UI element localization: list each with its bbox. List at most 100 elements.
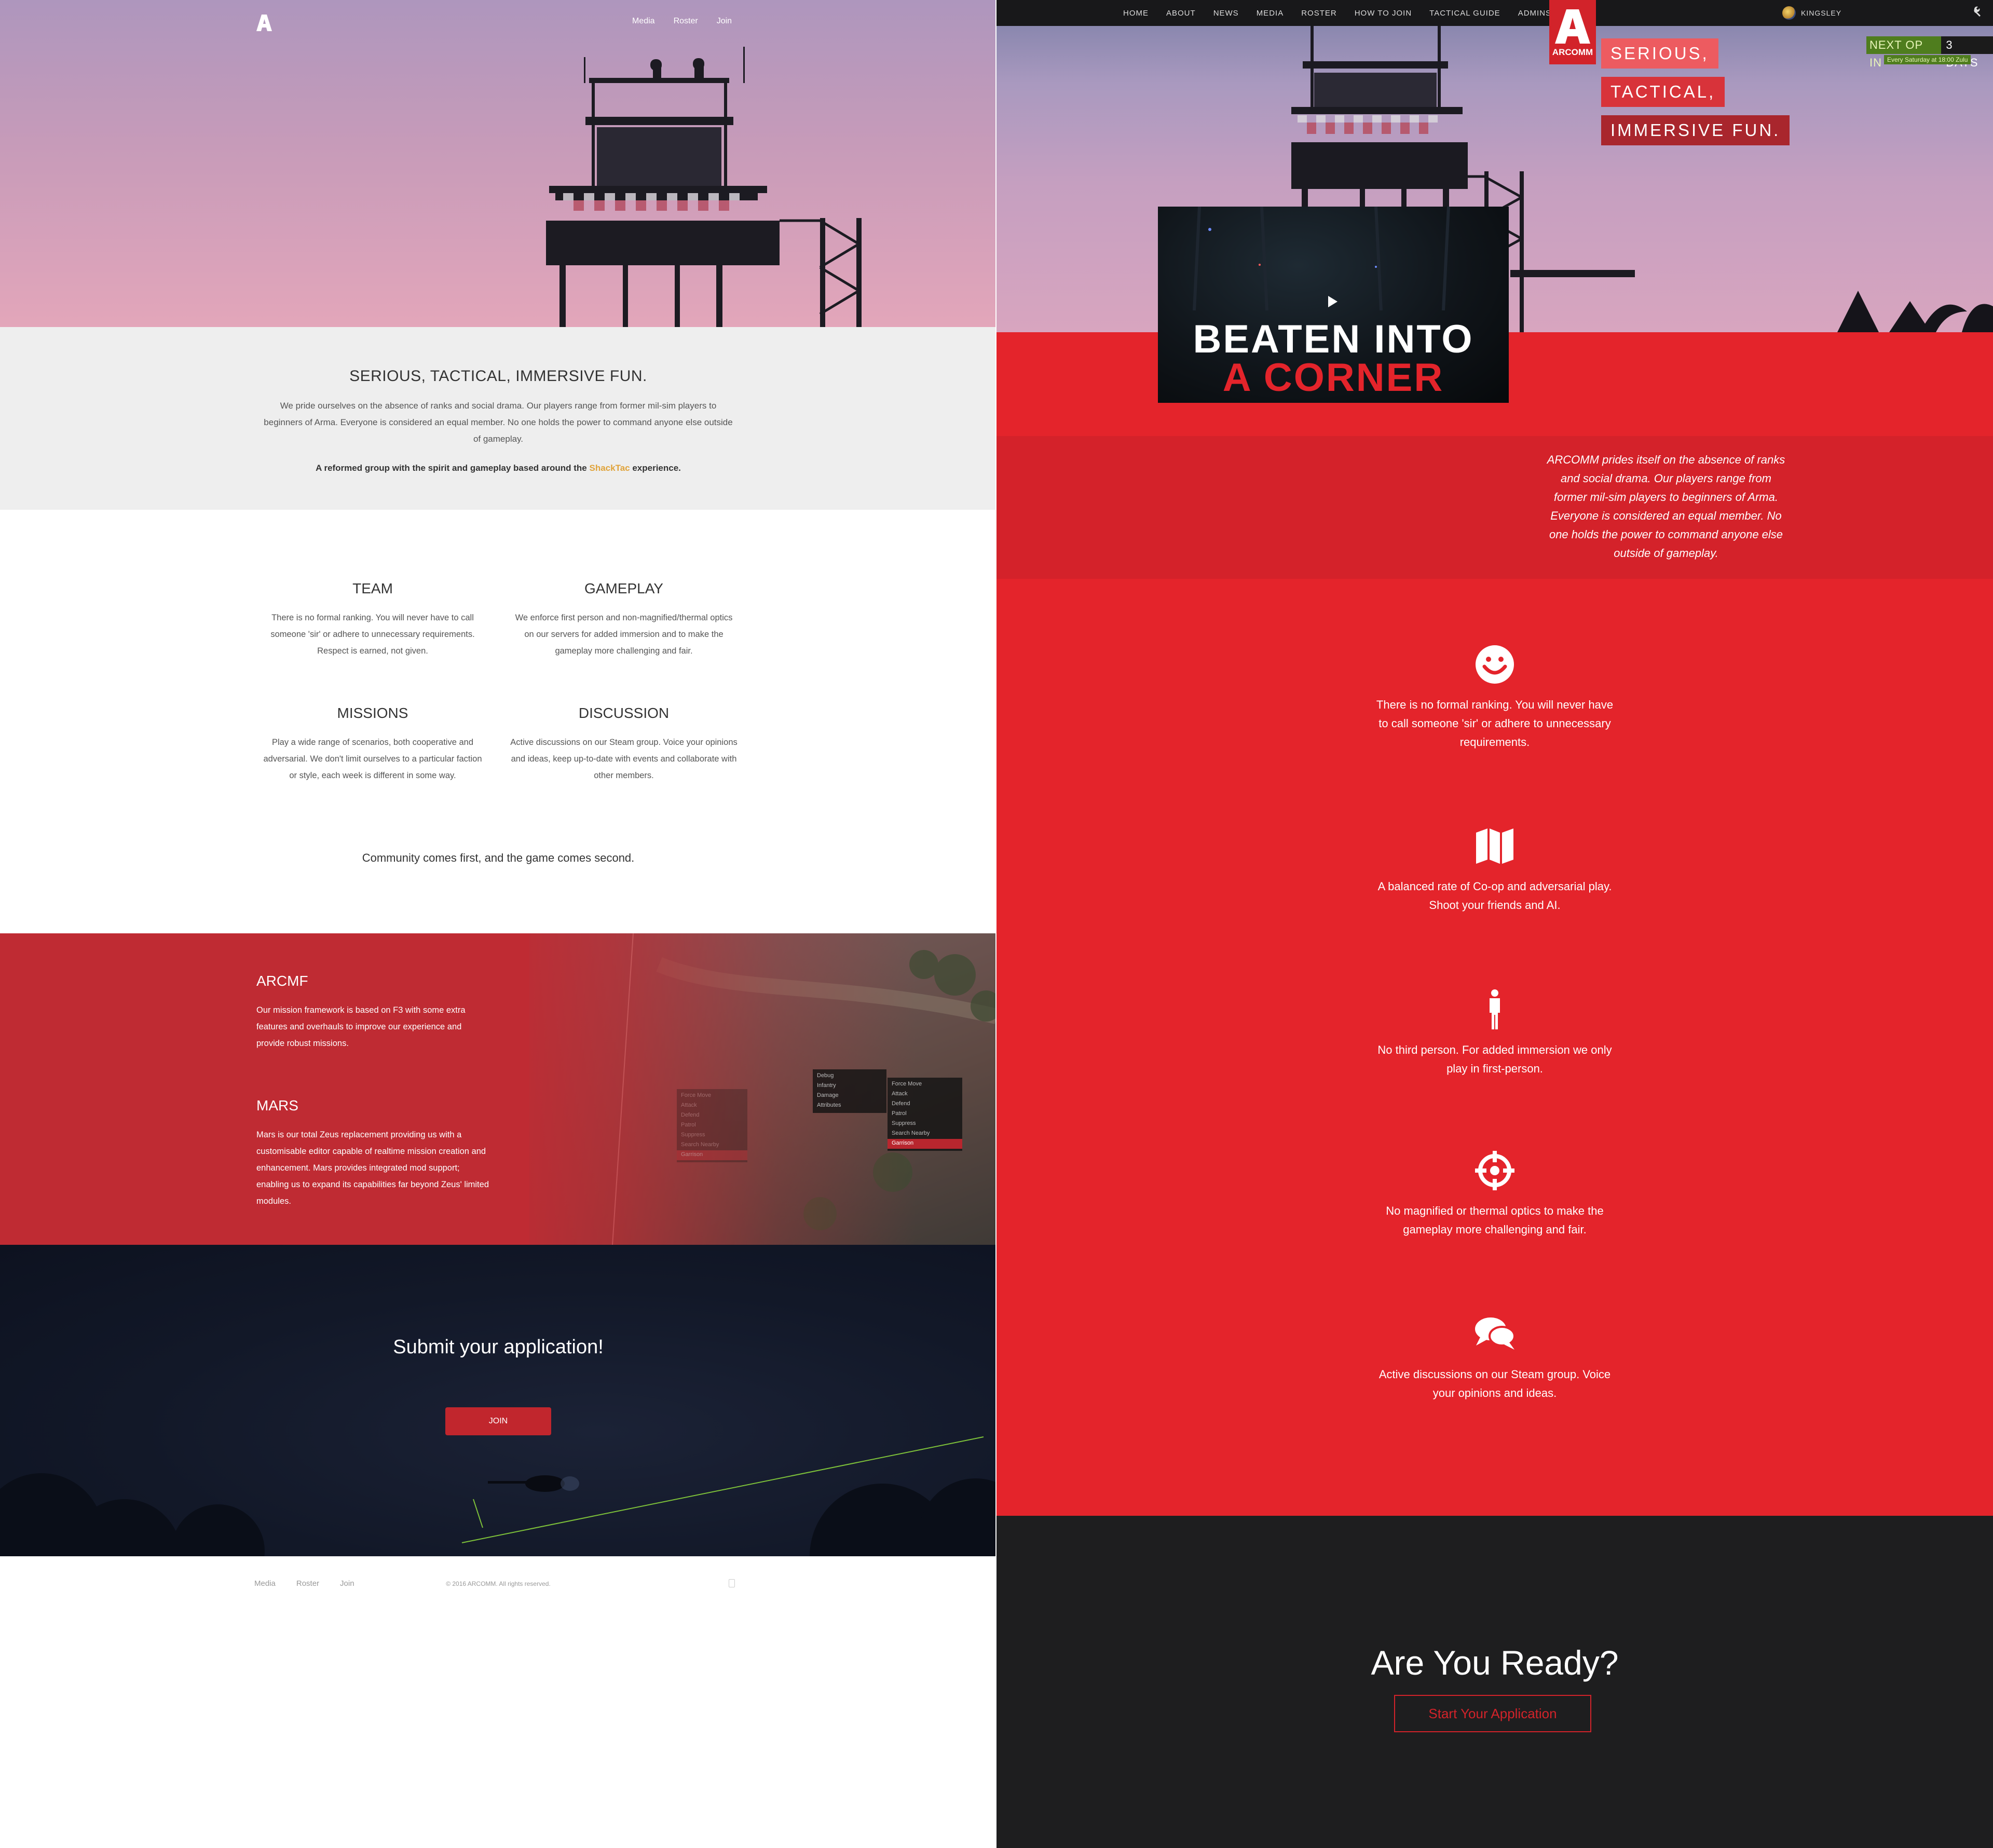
cta-heading: Are You Ready? (1371, 1643, 1619, 1682)
menu-item[interactable]: Damage (813, 1091, 886, 1101)
nav-home[interactable]: HOME (1123, 9, 1149, 18)
slogan-line-2: TACTICAL, (1601, 77, 1725, 107)
feature-ranking: There is no formal ranking. You will nev… (996, 644, 1993, 752)
username[interactable]: KINGSLEY (1801, 9, 1841, 17)
feature-text: There is no formal ranking. You will nev… (270, 613, 475, 656)
features-section: TEAM There is no formal ranking. You wil… (0, 510, 996, 933)
menu-item[interactable]: Suppress (888, 1119, 962, 1129)
framework-mars: MARS Mars is our total Zeus replacement … (256, 1097, 490, 1210)
nav-roster[interactable]: ROSTER (1301, 9, 1337, 18)
feature-title: DISCUSSION (578, 705, 670, 721)
feature-title: TEAM (352, 580, 393, 596)
feature-title: GAMEPLAY (584, 580, 663, 596)
menu-item[interactable]: Debug (813, 1071, 886, 1081)
copyright-text: © 2016 ARCOMM. All rights reserved. (446, 1580, 551, 1587)
left-page-design: Media Roster Join SERIOUS, TACTICAL, IMM… (0, 0, 996, 1848)
framework-text: Our mission framework is based on F3 wit… (256, 1005, 466, 1048)
wrench-icon[interactable] (1971, 5, 1986, 20)
feature-text: No magnified or thermal optics to make t… (1386, 1204, 1604, 1236)
avatar[interactable] (1782, 6, 1796, 20)
nav-admins-label: ADMINS (1518, 8, 1552, 18)
next-op-counter: NEXT OP IN 3 DAYS (1866, 36, 1993, 69)
feature-text: We enforce first person and non-magnifie… (515, 613, 733, 656)
feature-text: A balanced rate of Co-op and adversarial… (1377, 880, 1612, 912)
feature-discussion: Active discussions on our Steam group. V… (996, 1313, 1993, 1403)
person-icon (1490, 989, 1500, 1029)
join-section: Submit your application! JOIN (0, 1245, 996, 1556)
top-nav: Media Roster Join (632, 17, 732, 26)
steam-icon[interactable] (729, 1579, 735, 1587)
nav-how-to-join[interactable]: HOW TO JOIN (1355, 9, 1412, 18)
menu-item[interactable]: Search Nearby (888, 1129, 962, 1139)
night-helicopter-scene (0, 1436, 996, 1556)
video-player[interactable]: BEATEN INTO A CORNER (1158, 207, 1509, 403)
intro-heading: SERIOUS, TACTICAL, IMMERSIVE FUN. (349, 368, 647, 385)
menu-item[interactable]: Patrol (677, 1121, 747, 1131)
feature-gameplay: GAMEPLAY We enforce first person and non… (510, 580, 738, 659)
feature-coop: A balanced rate of Co-op and adversarial… (996, 825, 1993, 915)
framework-text: Mars is our total Zeus replacement provi… (256, 1130, 489, 1206)
framework-title: MARS (256, 1097, 298, 1113)
footer: Media Roster Join © 2016 ARCOMM. All rig… (0, 1556, 996, 1848)
intro-reference-text: A reformed group with the spirit and gam… (316, 463, 587, 473)
framework-section: ARCMF Our mission framework is based on … (0, 933, 996, 1245)
menu-item-selected[interactable]: Garrison (677, 1150, 747, 1160)
cta-section: Are You Ready? Start Your Application (996, 1516, 1993, 1848)
site-logo-icon[interactable] (253, 12, 274, 33)
menu-item[interactable]: Attack (888, 1090, 962, 1099)
nav-join[interactable]: Join (717, 17, 732, 26)
next-op-value: 3 DAYS (1941, 36, 1993, 69)
menu-item[interactable]: Defend (888, 1099, 962, 1109)
smile-icon (1476, 645, 1514, 684)
feature-text: Active discussions on our Steam group. V… (510, 738, 738, 780)
right-page-design: HOME ABOUT NEWS MEDIA ROSTER HOW TO JOIN… (996, 0, 1993, 1848)
watchtower-silhouette (546, 47, 862, 327)
menu-item-selected[interactable]: Garrison (888, 1139, 962, 1149)
menu-item[interactable]: Force Move (888, 1080, 962, 1090)
feature-text: Active discussions on our Steam group. V… (1378, 1368, 1611, 1399)
intro-reference: A reformed group with the spirit and gam… (0, 463, 996, 473)
join-heading: Submit your application! (393, 1336, 604, 1358)
zeus-waypoint-menu: Force Move Attack Defend Patrol Suppress… (888, 1078, 962, 1151)
nav-about[interactable]: ABOUT (1166, 9, 1196, 18)
about-text: ARCOMM prides itself on the absence of r… (1547, 453, 1785, 560)
intro-reference-end: experience. (632, 463, 681, 473)
menu-item[interactable]: Patrol (888, 1109, 962, 1119)
menu-item[interactable]: Attributes (813, 1101, 886, 1111)
nav-tactical-guide[interactable]: TACTICAL GUIDE (1429, 9, 1500, 18)
slogan-line-3: IMMERSIVE FUN. (1601, 115, 1790, 145)
menu-item[interactable]: Suppress (677, 1131, 747, 1140)
user-menu[interactable]: KINGSLEY (1782, 0, 1841, 26)
top-navbar: HOME ABOUT NEWS MEDIA ROSTER HOW TO JOIN… (996, 0, 1993, 26)
menu-item[interactable]: Defend (677, 1111, 747, 1121)
video-title-line-2: A CORNER (1222, 356, 1444, 400)
next-op-schedule: Every Saturday at 18:00 Zulu (1884, 55, 1971, 64)
intro-section: SERIOUS, TACTICAL, IMMERSIVE FUN. We pri… (0, 327, 996, 510)
nav-news[interactable]: NEWS (1213, 9, 1239, 18)
play-icon[interactable] (1328, 296, 1337, 307)
menu-item[interactable]: Force Move (677, 1091, 747, 1101)
zeus-context-menu: Debug Infantry Damage Attributes (813, 1069, 886, 1113)
features-section: There is no formal ranking. You will nev… (996, 579, 1993, 1516)
map-icon (1476, 828, 1513, 864)
join-button[interactable]: JOIN (445, 1407, 551, 1435)
nav-media[interactable]: Media (632, 17, 655, 26)
crosshair-icon (1475, 1151, 1514, 1190)
hero-section: Media Roster Join (0, 0, 996, 327)
menu-item[interactable]: Attack (677, 1101, 747, 1111)
next-op-label: NEXT OP IN (1866, 36, 1942, 69)
nav-roster[interactable]: Roster (674, 17, 698, 26)
nav-items: HOME ABOUT NEWS MEDIA ROSTER HOW TO JOIN… (1123, 0, 1559, 26)
feature-title: MISSIONS (337, 705, 408, 721)
shacktac-link[interactable]: ShackTac (589, 463, 630, 473)
start-application-button[interactable]: Start Your Application (1394, 1695, 1591, 1732)
feature-discussion: DISCUSSION Active discussions on our Ste… (510, 705, 738, 784)
framework-title: ARCMF (256, 973, 308, 989)
feature-team: TEAM There is no formal ranking. You wil… (258, 580, 487, 659)
menu-item[interactable]: Infantry (813, 1081, 886, 1091)
feature-missions: MISSIONS Play a wide range of scenarios,… (258, 705, 487, 784)
arcomm-logo[interactable]: ARCOMM (1549, 0, 1596, 64)
menu-item[interactable]: Search Nearby (677, 1140, 747, 1150)
arcomm-a-icon (1555, 9, 1590, 44)
nav-media[interactable]: MEDIA (1257, 9, 1284, 18)
